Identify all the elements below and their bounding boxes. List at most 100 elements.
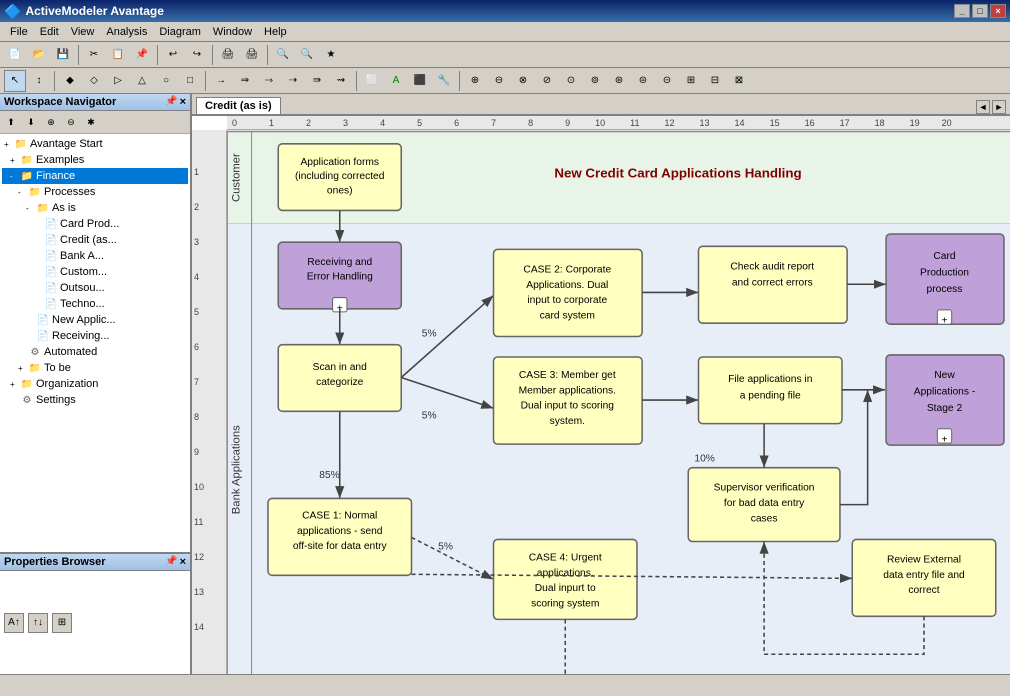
tab-nav-left[interactable]: ◄	[976, 100, 990, 114]
tb-cut[interactable]: ✂	[83, 44, 105, 66]
tb-search2[interactable]: 🔍	[296, 44, 318, 66]
node-case2[interactable]	[494, 249, 643, 336]
properties-browser: Properties Browser 📌 × A↑ ↑↓ ⊞	[0, 554, 190, 674]
tree-tb-4[interactable]: ⊖	[62, 113, 80, 131]
maximize-button[interactable]: □	[972, 4, 988, 18]
menu-help[interactable]: Help	[258, 24, 293, 40]
tb2-arr5[interactable]: ⇛	[306, 70, 328, 92]
tree-item-finance[interactable]: - 📁 Finance	[2, 168, 188, 184]
tb-new[interactable]: 📄	[4, 44, 26, 66]
tb-star[interactable]: ★	[320, 44, 342, 66]
tb-undo[interactable]: ↩	[162, 44, 184, 66]
tb2-d8[interactable]: ⊜	[632, 70, 654, 92]
tb2-b3[interactable]: ▷	[107, 70, 129, 92]
menu-window[interactable]: Window	[207, 24, 258, 40]
props-btn1[interactable]: A↑	[4, 613, 24, 633]
tb2-d2[interactable]: ⊖	[488, 70, 510, 92]
tb-print[interactable]: 🖨	[217, 44, 239, 66]
tree-tb-3[interactable]: ⊕	[42, 113, 60, 131]
tree-tb-2[interactable]: ⬇	[22, 113, 40, 131]
tree-item-custom[interactable]: 📄 Custom...	[2, 264, 188, 280]
tb2-d9[interactable]: ⊝	[656, 70, 678, 92]
menu-analysis[interactable]: Analysis	[100, 24, 153, 40]
expand-avantage[interactable]: +	[4, 140, 14, 149]
tb2-b2[interactable]: ◇	[83, 70, 105, 92]
tb2-c1[interactable]: ⬜	[361, 70, 383, 92]
node-case1-text2: applications - send	[297, 526, 383, 537]
tree-item-settings[interactable]: ⚙ Settings	[2, 392, 188, 408]
tb2-d3[interactable]: ⊗	[512, 70, 534, 92]
main-layout: Workspace Navigator 📌 × ⬆ ⬇ ⊕ ⊖ ✱ + 📁	[0, 94, 1010, 674]
expand-org[interactable]: +	[10, 380, 20, 389]
tree-tb-5[interactable]: ✱	[82, 113, 100, 131]
tab-credit[interactable]: Credit (as is)	[196, 97, 281, 114]
tb-print2[interactable]: 🖨	[241, 44, 263, 66]
tb2-arr6[interactable]: ⇝	[330, 70, 352, 92]
tb2-c3[interactable]: ⬛	[409, 70, 431, 92]
props-btn3[interactable]: ⊞	[52, 613, 72, 633]
workspace-nav-close[interactable]: ×	[180, 96, 186, 108]
tb-open[interactable]: 📂	[28, 44, 50, 66]
props-pin[interactable]: 📌	[165, 556, 177, 568]
tb-paste[interactable]: 📌	[131, 44, 153, 66]
tree-item-processes[interactable]: - 📁 Processes	[2, 184, 188, 200]
tb-search[interactable]: 🔍	[272, 44, 294, 66]
tb2-b4[interactable]: △	[131, 70, 153, 92]
tree-label-banka: Bank A...	[60, 250, 104, 262]
expand-asis[interactable]: -	[26, 204, 36, 213]
tb2-c4[interactable]: 🔧	[433, 70, 455, 92]
tree-item-newapplic[interactable]: 📄 New Applic...	[2, 312, 188, 328]
menu-diagram[interactable]: Diagram	[153, 24, 207, 40]
tab-nav-right[interactable]: ►	[992, 100, 1006, 114]
tree-item-cardprod[interactable]: 📄 Card Prod...	[2, 216, 188, 232]
tree-item-banka[interactable]: 📄 Bank A...	[2, 248, 188, 264]
tb-copy[interactable]: 📋	[107, 44, 129, 66]
tb-save[interactable]: 💾	[52, 44, 74, 66]
tb2-arr4[interactable]: ⇢	[282, 70, 304, 92]
tree-item-asis[interactable]: - 📁 As is	[2, 200, 188, 216]
props-close[interactable]: ×	[180, 556, 186, 568]
canvas[interactable]: Customer Bank Applications Technology Ne…	[227, 130, 1010, 674]
tb2-arr1[interactable]: →	[210, 70, 232, 92]
tb2-b5[interactable]: ○	[155, 70, 177, 92]
tree-item-examples[interactable]: + 📁 Examples	[2, 152, 188, 168]
tree-item-automated[interactable]: ⚙ Automated	[2, 344, 188, 360]
expand-tobe[interactable]: +	[18, 364, 28, 373]
tree-item-tobe[interactable]: + 📁 To be	[2, 360, 188, 376]
tree-item-avantage[interactable]: + 📁 Avantage Start	[2, 136, 188, 152]
menu-file[interactable]: File	[4, 24, 34, 40]
menu-edit[interactable]: Edit	[34, 24, 65, 40]
tb2-d6[interactable]: ⊚	[584, 70, 606, 92]
tb2-d1[interactable]: ⊕	[464, 70, 486, 92]
tree-item-outsou[interactable]: 📄 Outsou...	[2, 280, 188, 296]
tb2-select[interactable]: ↖	[4, 70, 26, 92]
tb2-d7[interactable]: ⊛	[608, 70, 630, 92]
tb2-arr2[interactable]: ⇒	[234, 70, 256, 92]
menu-view[interactable]: View	[65, 24, 101, 40]
tb2-d4[interactable]: ⊘	[536, 70, 558, 92]
tb2-cursor[interactable]: ↕	[28, 70, 50, 92]
tb2-b6[interactable]: □	[179, 70, 201, 92]
tb2-b1[interactable]: ◆	[59, 70, 81, 92]
tb2-d5[interactable]: ⊙	[560, 70, 582, 92]
tb2-d11[interactable]: ⊟	[704, 70, 726, 92]
pct-5b: 5%	[422, 411, 437, 422]
workspace-nav-pin[interactable]: 📌	[165, 96, 177, 108]
tree-tb-1[interactable]: ⬆	[2, 113, 20, 131]
minimize-button[interactable]: _	[954, 4, 970, 18]
tb-redo[interactable]: ↪	[186, 44, 208, 66]
toolbar2: ↖ ↕ ◆ ◇ ▷ △ ○ □ → ⇒ ⤑ ⇢ ⇛ ⇝ ⬜ A ⬛ 🔧 ⊕ ⊖ …	[0, 68, 1010, 94]
tb2-d10[interactable]: ⊞	[680, 70, 702, 92]
tb2-arr3[interactable]: ⤑	[258, 70, 280, 92]
expand-finance[interactable]: -	[10, 172, 20, 181]
expand-examples[interactable]: +	[10, 156, 20, 165]
tree-item-credit[interactable]: 📄 Credit (as...	[2, 232, 188, 248]
props-btn2[interactable]: ↑↓	[28, 613, 48, 633]
tree-item-receiving[interactable]: 📄 Receiving...	[2, 328, 188, 344]
expand-processes[interactable]: -	[18, 188, 28, 197]
tb2-c2[interactable]: A	[385, 70, 407, 92]
close-button[interactable]: ×	[990, 4, 1006, 18]
tree-item-techno[interactable]: 📄 Techno...	[2, 296, 188, 312]
tb2-d12[interactable]: ⊠	[728, 70, 750, 92]
tree-item-org[interactable]: + 📁 Organization	[2, 376, 188, 392]
